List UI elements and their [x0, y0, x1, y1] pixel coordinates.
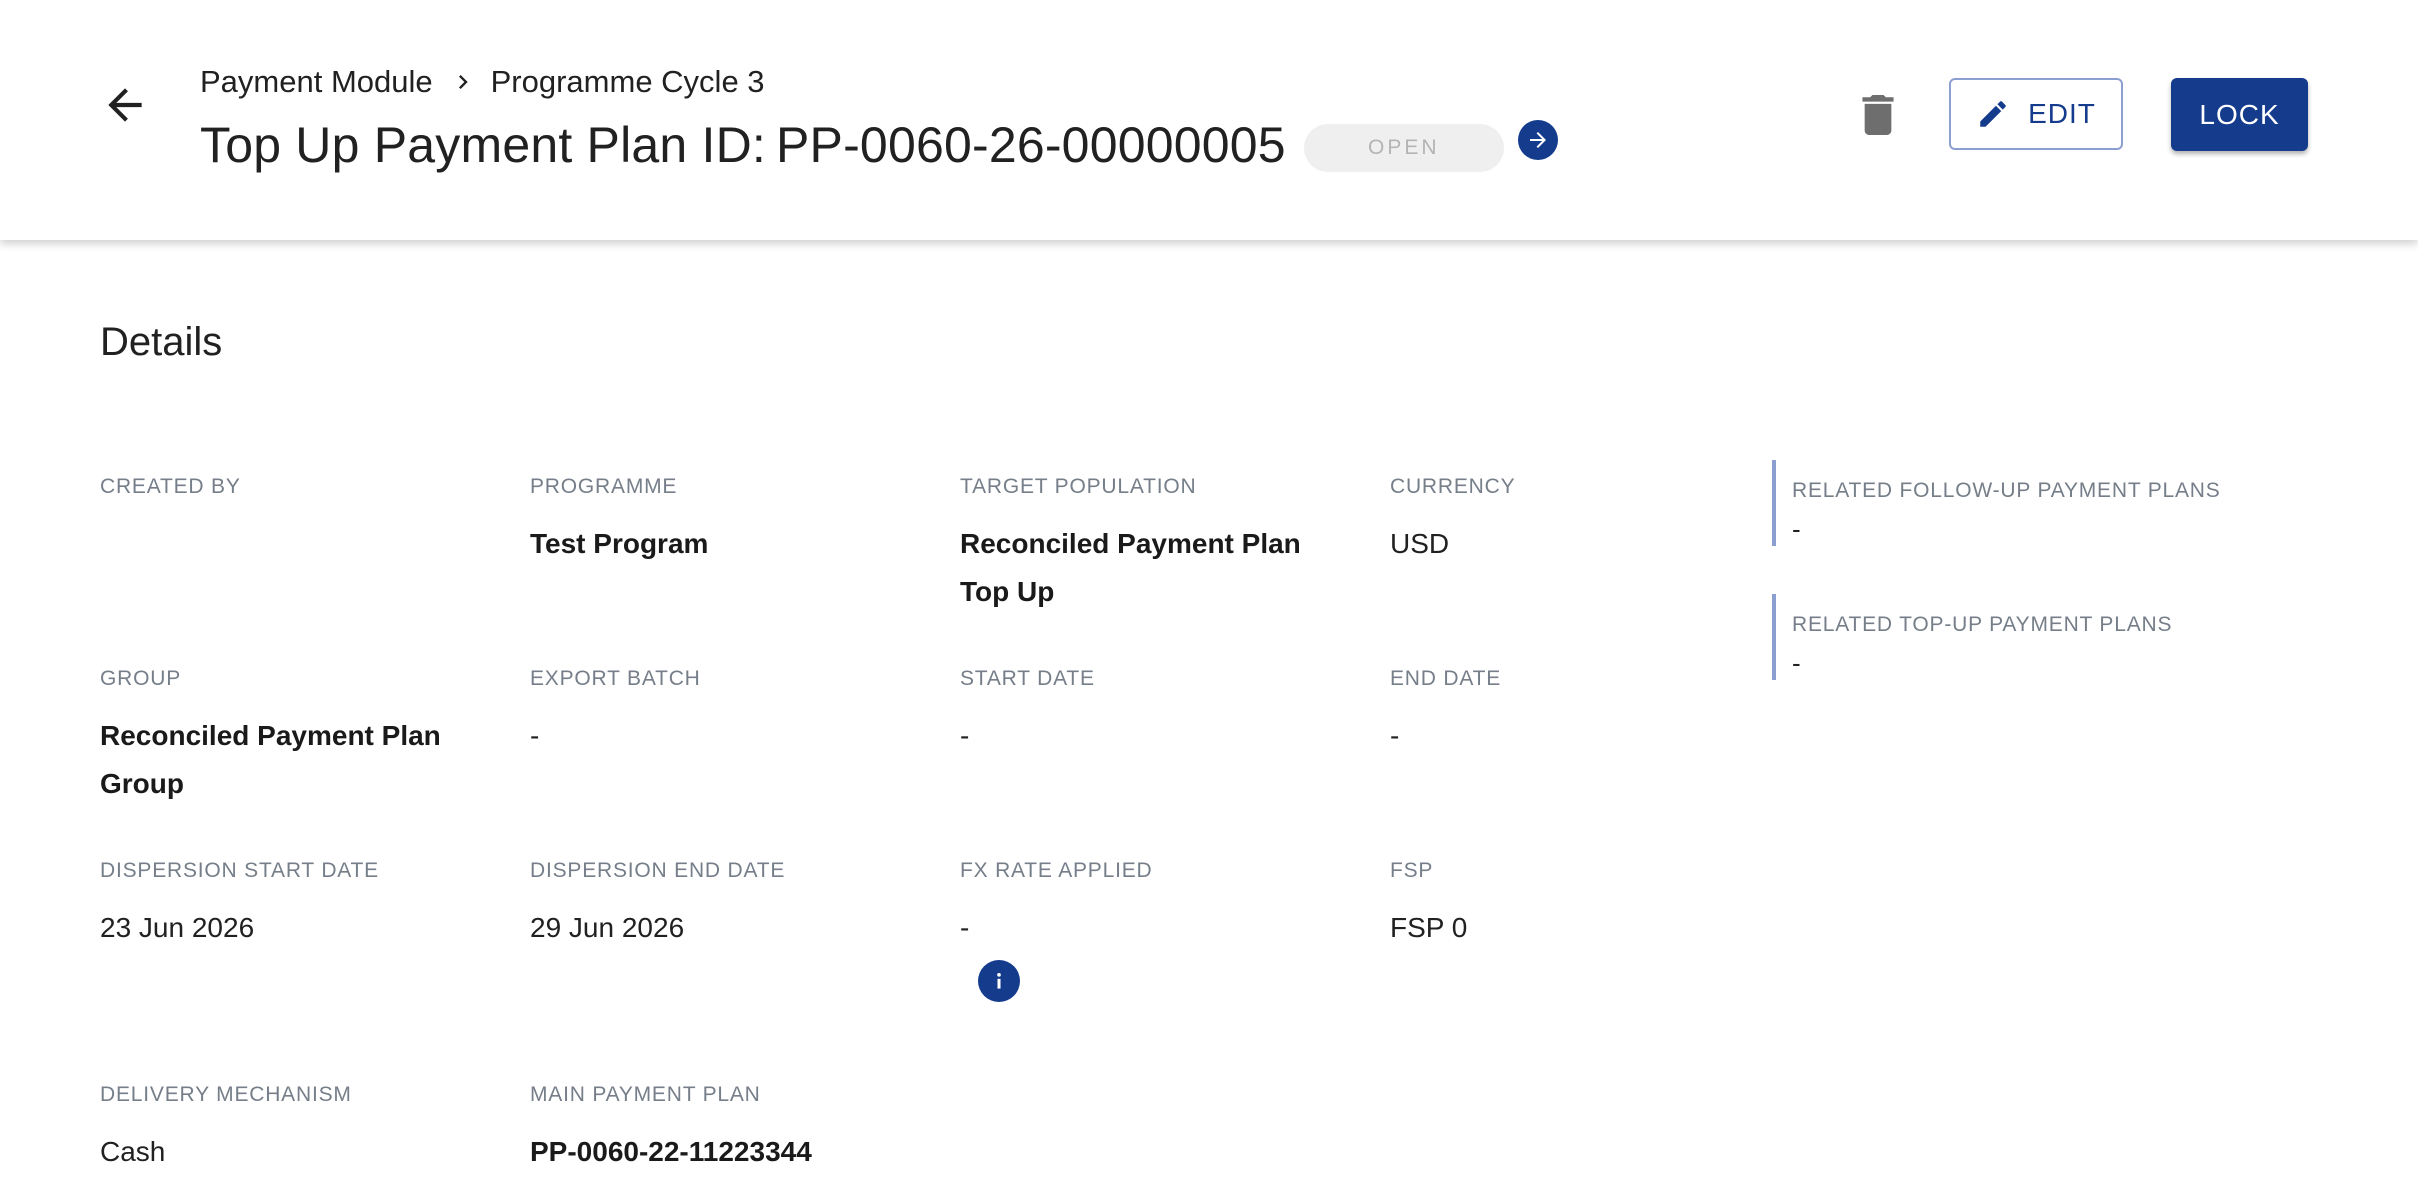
- lock-button[interactable]: LOCK: [2171, 78, 2308, 151]
- field-value: -: [530, 720, 540, 751]
- main-payment-plan-link[interactable]: PP-0060-22-11223344: [530, 1128, 930, 1176]
- arrow-left-icon: [108, 88, 142, 122]
- related-top-up-plans: RELATED TOP-UP PAYMENT PLANS -: [1772, 594, 2372, 680]
- field-label: CREATED BY: [100, 475, 241, 498]
- field-label: FSP: [1390, 859, 1434, 882]
- related-follow-up-plans: RELATED FOLLOW-UP PAYMENT PLANS -: [1772, 460, 2372, 546]
- breadcrumb-programme-cycle[interactable]: Programme Cycle 3: [491, 64, 765, 100]
- breadcrumb: Payment Module Programme Cycle 3: [200, 62, 765, 102]
- delete-button[interactable]: [1858, 94, 1898, 136]
- start-date-field: START DATE -: [960, 666, 1360, 760]
- field-label: DELIVERY MECHANISM: [100, 1083, 352, 1106]
- edit-button-label: EDIT: [2028, 98, 2096, 129]
- title-prefix: Top Up Payment Plan ID:: [200, 117, 766, 173]
- created-by-field: CREATED BY: [100, 474, 500, 520]
- field-label: DISPERSION START DATE: [100, 859, 379, 882]
- section-title: Details: [100, 320, 223, 364]
- dispersion-start-date-field: DISPERSION START DATE 23 Jun 2026: [100, 858, 500, 952]
- export-batch-field: EXPORT BATCH -: [530, 666, 930, 760]
- fsp-field: FSP FSP 0: [1390, 858, 1790, 952]
- field-value: FSP 0: [1390, 912, 1468, 943]
- field-value[interactable]: Reconciled Payment Plan Top Up: [960, 520, 1350, 616]
- page-header: Payment Module Programme Cycle 3 Top Up …: [0, 0, 2418, 240]
- end-date-field: END DATE -: [1390, 666, 1790, 760]
- field-label: MAIN PAYMENT PLAN: [530, 1083, 761, 1106]
- title-row: Top Up Payment Plan ID: PP-0060-26-000000…: [200, 112, 1504, 178]
- fx-rate-applied-field: FX RATE APPLIED -: [960, 858, 1360, 952]
- page-title: Top Up Payment Plan ID: PP-0060-26-000000…: [200, 116, 1286, 174]
- field-label: DISPERSION END DATE: [530, 859, 786, 882]
- field-value: -: [960, 720, 970, 751]
- pencil-icon: [1976, 97, 2010, 131]
- field-label: RELATED FOLLOW-UP PAYMENT PLANS: [1792, 479, 2221, 502]
- field-value: -: [1792, 648, 1801, 678]
- field-value[interactable]: Reconciled Payment Plan Group: [100, 712, 470, 808]
- field-value: USD: [1390, 528, 1450, 559]
- field-label: TARGET POPULATION: [960, 475, 1197, 498]
- field-value: -: [1792, 514, 1801, 544]
- field-value: -: [1390, 720, 1400, 751]
- lock-button-label: LOCK: [2199, 98, 2280, 130]
- field-label: EXPORT BATCH: [530, 667, 701, 690]
- breadcrumb-payment-module[interactable]: Payment Module: [200, 64, 433, 100]
- field-value: -: [960, 912, 970, 943]
- trash-icon: [1862, 95, 1894, 135]
- field-value: Cash: [100, 1136, 166, 1167]
- currency-field: CURRENCY USD: [1390, 474, 1790, 568]
- field-label: RELATED TOP-UP PAYMENT PLANS: [1792, 613, 2173, 636]
- target-population-field: TARGET POPULATION Reconciled Payment Pla…: [960, 474, 1360, 616]
- field-label: START DATE: [960, 667, 1095, 690]
- dispersion-end-date-field: DISPERSION END DATE 29 Jun 2026: [530, 858, 930, 952]
- status-badge: OPEN: [1303, 124, 1504, 172]
- info-icon[interactable]: [978, 960, 1020, 1002]
- field-label: GROUP: [100, 667, 182, 690]
- details-panel: Details CREATED BY PROGRAMME Test Progra…: [0, 240, 2418, 1202]
- field-value: 29 Jun 2026: [530, 912, 685, 943]
- field-label: FX RATE APPLIED: [960, 859, 1153, 882]
- programme-field: PROGRAMME Test Program: [530, 474, 930, 568]
- field-value: 23 Jun 2026: [100, 912, 255, 943]
- chevron-right-icon: [449, 68, 477, 96]
- main-payment-plan-field: MAIN PAYMENT PLAN PP-0060-22-11223344: [530, 1082, 930, 1176]
- field-label: END DATE: [1390, 667, 1502, 690]
- back-button[interactable]: [92, 72, 158, 138]
- group-field: GROUP Reconciled Payment Plan Group: [100, 666, 500, 808]
- payment-plan-id: PP-0060-26-00000005: [775, 117, 1286, 173]
- delivery-mechanism-field: DELIVERY MECHANISM Cash: [100, 1082, 500, 1176]
- arrow-right-circle-icon[interactable]: [1518, 120, 1558, 160]
- field-value: Test Program: [530, 528, 709, 559]
- edit-button[interactable]: EDIT: [1949, 78, 2123, 150]
- field-label: PROGRAMME: [530, 475, 678, 498]
- field-label: CURRENCY: [1390, 475, 1516, 498]
